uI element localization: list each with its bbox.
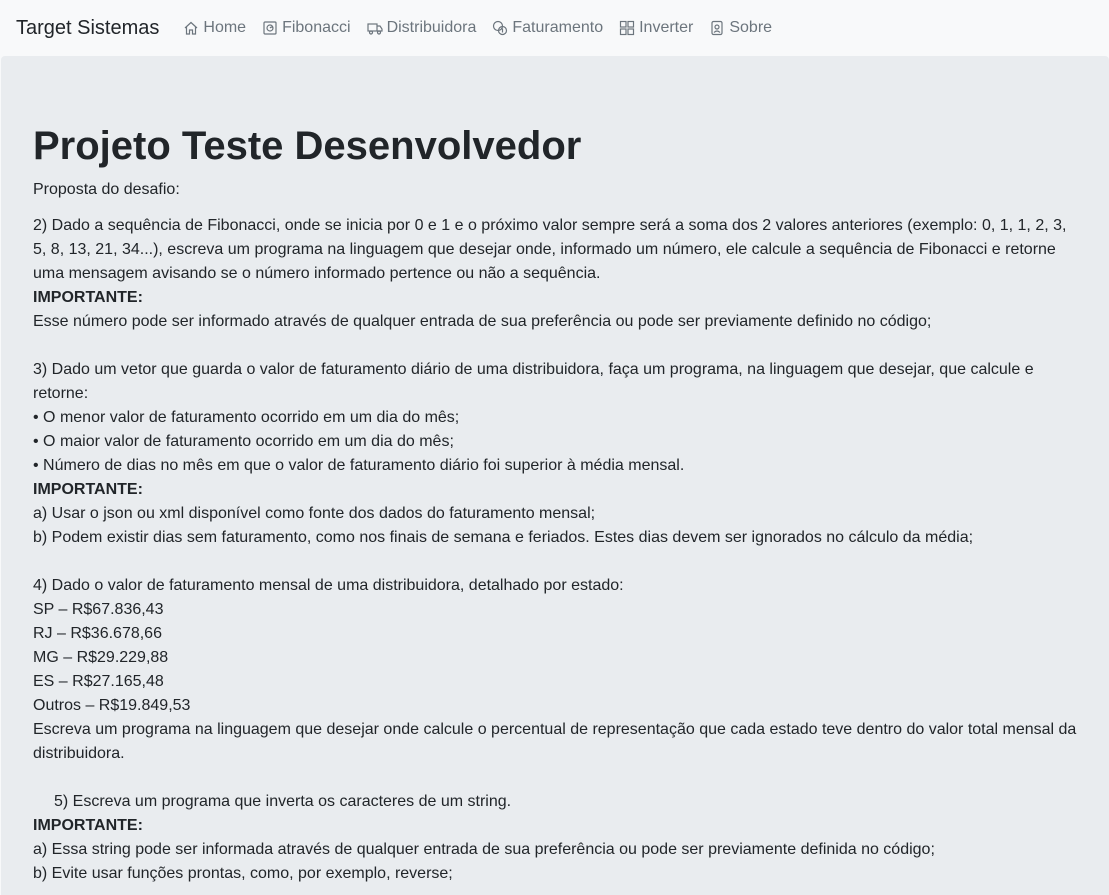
q3-bullet: • O maior valor de faturamento ocorrido … — [33, 433, 454, 450]
page-title: Projeto Teste Desenvolvedor — [33, 124, 582, 168]
state-value: SP – R$67.836,43 — [33, 601, 164, 618]
q2-important-label: IMPORTANTE: — [33, 289, 143, 306]
q4-text: 4) Dado o valor de faturamento mensal de… — [33, 577, 624, 594]
nav-sobre-label: Sobre — [729, 19, 773, 36]
nav-faturamento-label: Faturamento — [512, 19, 604, 36]
grid-icon — [619, 20, 635, 36]
q3-bullet: • Número de dias no mês em que o valor d… — [33, 457, 685, 474]
main-jumbotron: Projeto Teste Desenvolvedor Proposta do … — [1, 56, 1109, 895]
state-value: ES – R$27.165,48 — [33, 673, 164, 690]
coins-icon — [493, 20, 508, 36]
q4-closing: Escreva um programa na linguagem que des… — [33, 721, 1077, 762]
fibonacci-icon — [263, 21, 277, 35]
person-badge-icon — [711, 20, 723, 36]
truck-icon — [366, 23, 383, 35]
nav-home[interactable]: Home — [183, 19, 246, 37]
nav-faturamento[interactable]: Faturamento — [492, 19, 603, 37]
q3-text: 3) Dado um vetor que guarda o valor de f… — [33, 361, 1034, 402]
state-value: RJ – R$36.678,66 — [33, 625, 162, 642]
nav-inverter-label: Inverter — [639, 19, 694, 36]
q3-important-label: IMPORTANTE: — [33, 481, 143, 498]
navbar: Target Sistemas Home Fibonacci Distribui… — [0, 0, 1109, 56]
nav-home-label: Home — [203, 19, 247, 36]
state-value: Outros – R$19.849,53 — [33, 697, 191, 714]
q2-text: 2) Dado a sequência de Fibonacci, onde s… — [33, 217, 1067, 282]
nav-distribuidora-label: Distribuidora — [386, 19, 477, 36]
q5-text: 5) Escreva um programa que inverta os ca… — [54, 793, 512, 810]
q5-note-a: a) Essa string pode ser informada atravé… — [33, 841, 935, 858]
brand-link[interactable]: Target Sistemas — [16, 17, 159, 40]
q3-note-a: a) Usar o json ou xml disponível como fo… — [33, 505, 596, 522]
q3-note-b: b) Podem existir dias sem faturamento, c… — [33, 529, 974, 546]
nav-inverter[interactable]: Inverter — [619, 19, 693, 37]
lead-text: Proposta do desafio: — [33, 181, 180, 198]
nav-sobre[interactable]: Sobre — [709, 19, 772, 37]
home-icon — [184, 21, 198, 35]
state-value: MG – R$29.229,88 — [33, 649, 169, 666]
nav-distribuidora[interactable]: Distribuidora — [366, 19, 477, 37]
challenge-description: 2) Dado a sequência de Fibonacci, onde s… — [33, 214, 1079, 886]
nav-fibonacci[interactable]: Fibonacci — [262, 19, 351, 37]
q5-note-b: b) Evite usar funções prontas, como, por… — [33, 865, 453, 882]
q3-bullet: • O menor valor de faturamento ocorrido … — [33, 409, 460, 426]
nav-fibonacci-label: Fibonacci — [282, 19, 351, 36]
q2-note: Esse número pode ser informado através d… — [33, 313, 932, 330]
nav-links: Home Fibonacci Distribuidora Faturamento… — [183, 19, 772, 37]
q5-important-label: IMPORTANTE: — [33, 817, 143, 834]
